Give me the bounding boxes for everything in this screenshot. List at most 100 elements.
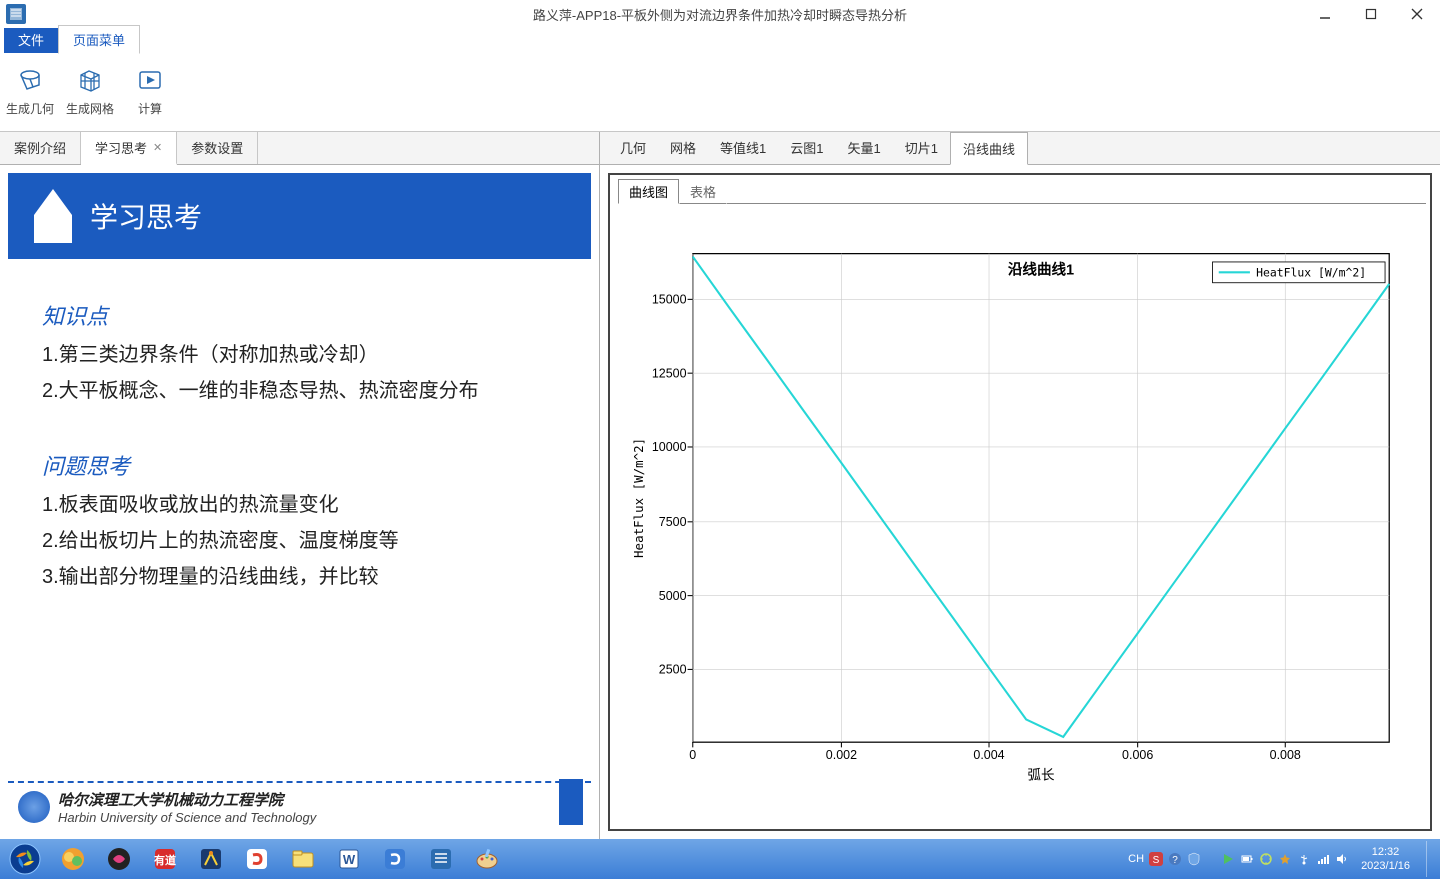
tray-time: 12:32: [1361, 845, 1410, 859]
slide-wrap: 学习思考 知识点 1.第三类边界条件（对称加热或冷却） 2.大平板概念、一维的非…: [0, 165, 599, 839]
tray-date: 2023/1/16: [1361, 859, 1410, 873]
chart-canvas[interactable]: 2500 5000 7500 10000 12500 15000 0 0.002…: [610, 204, 1430, 829]
ribbon-gen-mesh[interactable]: 生成网格: [60, 60, 120, 131]
ribbon-gen-geometry[interactable]: 生成几何: [0, 60, 60, 131]
show-desktop-button[interactable]: [1426, 841, 1434, 877]
tab-geometry[interactable]: 几何: [608, 132, 658, 164]
chart-svg: 2500 5000 7500 10000 12500 15000 0 0.002…: [620, 208, 1410, 819]
left-sub-tabs: 案例介绍 学习思考 ✕ 参数设置: [0, 132, 599, 165]
chart-frame: 曲线图 表格: [608, 173, 1432, 831]
tab-file[interactable]: 文件: [4, 26, 58, 53]
data-line: [693, 257, 1389, 737]
university-name-en: Harbin University of Science and Technol…: [58, 810, 316, 825]
slide: 学习思考 知识点 1.第三类边界条件（对称加热或冷却） 2.大平板概念、一维的非…: [8, 173, 591, 831]
taskbar: 有道 W CH S ? 12:32 2023/1/16: [0, 839, 1440, 879]
slide-footer: 哈尔滨理工大学机械动力工程学院 Harbin University of Sci…: [8, 781, 591, 831]
taskbar-app-4[interactable]: [373, 841, 417, 877]
tray-clock[interactable]: 12:32 2023/1/16: [1355, 845, 1416, 873]
chart-title: 沿线曲线1: [1008, 260, 1074, 278]
y-axis-label: HeatFlux [W/m^2]: [631, 438, 646, 558]
tab-study-think[interactable]: 学习思考 ✕: [81, 132, 177, 165]
geometry-icon: [0, 60, 60, 100]
xtick: 0.008: [1270, 748, 1301, 762]
ytick: 2500: [659, 663, 687, 677]
tray-play-icon[interactable]: [1221, 852, 1235, 866]
taskbar-app-2[interactable]: [97, 841, 141, 877]
main-area: 案例介绍 学习思考 ✕ 参数设置 学习思考 知识点 1.第三类边界条件（对称加热…: [0, 132, 1440, 839]
start-button[interactable]: [0, 839, 50, 879]
tab-slice[interactable]: 切片1: [893, 132, 950, 164]
svg-text:S: S: [1153, 855, 1160, 866]
lang-indicator[interactable]: CH: [1128, 853, 1144, 865]
right-tabs: 几何 网格 等值线1 云图1 矢量1 切片1 沿线曲线: [600, 132, 1440, 165]
svg-text:有道: 有道: [154, 853, 176, 867]
subtab-curve[interactable]: 曲线图: [618, 179, 679, 204]
ytick: 10000: [652, 440, 687, 454]
ytick: 15000: [652, 293, 687, 307]
questions-title: 问题思考: [42, 449, 557, 481]
window-controls: [1302, 0, 1440, 28]
subtab-table[interactable]: 表格: [679, 179, 727, 204]
q-line: 3.输出部分物理量的沿线曲线，并比较: [42, 559, 557, 595]
pentagon-icon: [28, 185, 90, 248]
tab-line-curve[interactable]: 沿线曲线: [950, 132, 1028, 165]
taskbar-app-3[interactable]: [189, 841, 233, 877]
tab-label: 学习思考: [95, 138, 147, 157]
tray-tool-icon[interactable]: [1259, 852, 1273, 866]
decorative-block: [559, 779, 583, 825]
ytick: 12500: [652, 366, 687, 380]
slide-title: 学习思考: [90, 196, 202, 236]
taskbar-app-sogou[interactable]: [235, 841, 279, 877]
taskbar-paint[interactable]: [465, 841, 509, 877]
tab-param-set[interactable]: 参数设置: [177, 132, 258, 164]
tray-volume-icon[interactable]: [1335, 852, 1349, 866]
menu-tabs: 文件 页面菜单: [0, 28, 1440, 54]
x-axis-label: 弧长: [1027, 768, 1055, 783]
window-title: 路义萍-APP18-平板外侧为对流边界条件加热冷却时瞬态导热分析: [0, 5, 1440, 24]
legend: HeatFlux [W/m^2]: [1213, 262, 1386, 283]
ribbon-label: 计算: [120, 100, 180, 117]
taskbar-app-youdao[interactable]: 有道: [143, 841, 187, 877]
tab-contour[interactable]: 等值线1: [708, 132, 778, 164]
ribbon-label: 生成几何: [0, 100, 60, 117]
system-tray: CH S ? 12:32 2023/1/16: [1128, 841, 1434, 877]
tray-icons-right: [1221, 852, 1349, 866]
tab-cloud[interactable]: 云图1: [778, 132, 835, 164]
kp-line: 2.大平板概念、一维的非稳态导热、热流密度分布: [42, 373, 557, 409]
close-icon[interactable]: ✕: [153, 141, 162, 154]
xtick: 0.004: [973, 748, 1004, 762]
compute-icon: [120, 60, 180, 100]
minimize-button[interactable]: [1302, 0, 1348, 28]
tab-mesh[interactable]: 网格: [658, 132, 708, 164]
tray-shield-icon[interactable]: [1187, 852, 1201, 866]
taskbar-app-1[interactable]: [51, 841, 95, 877]
slide-header: 学习思考: [8, 173, 591, 259]
tab-page-menu[interactable]: 页面菜单: [58, 25, 140, 54]
taskbar-explorer[interactable]: [281, 841, 325, 877]
tray-power-icon[interactable]: [1240, 852, 1254, 866]
taskbar-comsol-app[interactable]: [419, 841, 463, 877]
tray-usb-icon[interactable]: [1297, 852, 1311, 866]
right-pane: 几何 网格 等值线1 云图1 矢量1 切片1 沿线曲线 曲线图 表格: [600, 132, 1440, 839]
ribbon: 生成几何 生成网格 计算: [0, 54, 1440, 132]
tray-icons-left: CH S ?: [1128, 852, 1201, 866]
legend-label: HeatFlux [W/m^2]: [1256, 266, 1366, 280]
tab-case-intro[interactable]: 案例介绍: [0, 132, 81, 164]
taskbar-word[interactable]: W: [327, 841, 371, 877]
kp-line: 1.第三类边界条件（对称加热或冷却）: [42, 337, 557, 373]
q-line: 1.板表面吸收或放出的热流量变化: [42, 487, 557, 523]
svg-text:W: W: [343, 852, 356, 867]
chart-subtabs: 曲线图 表格: [610, 175, 1430, 204]
tray-help-icon[interactable]: ?: [1168, 852, 1182, 866]
app-icon: [6, 4, 26, 24]
university-logo-icon: [18, 791, 50, 823]
tray-network-icon[interactable]: [1316, 852, 1330, 866]
tab-vector[interactable]: 矢量1: [836, 132, 893, 164]
tray-star-icon[interactable]: [1278, 852, 1292, 866]
ribbon-compute[interactable]: 计算: [120, 60, 180, 131]
maximize-button[interactable]: [1348, 0, 1394, 28]
close-button[interactable]: [1394, 0, 1440, 28]
slide-body: 知识点 1.第三类边界条件（对称加热或冷却） 2.大平板概念、一维的非稳态导热、…: [8, 259, 591, 623]
tray-s-icon[interactable]: S: [1149, 852, 1163, 866]
q-line: 2.给出板切片上的热流密度、温度梯度等: [42, 523, 557, 559]
